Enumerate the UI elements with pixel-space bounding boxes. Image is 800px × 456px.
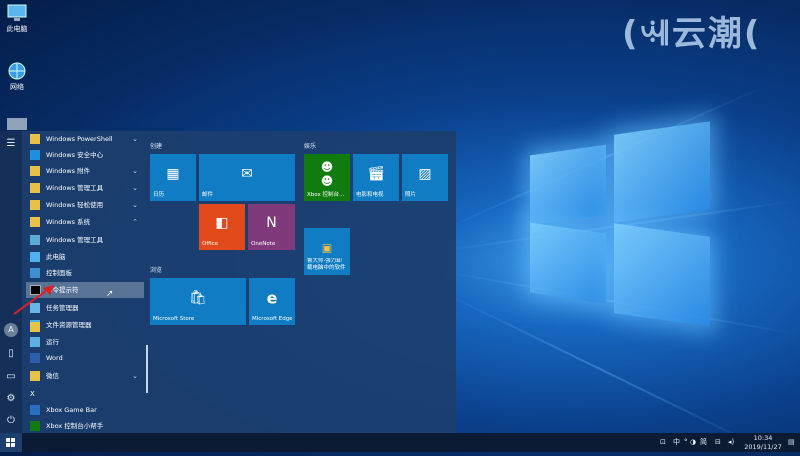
chevron-down-icon: ⌄	[132, 184, 138, 192]
taskbar: ⊡ 中 ° ◑ 简 ⊟ ◂) 10:34 2019/11/27 ▤	[0, 433, 800, 452]
folder-icon	[30, 200, 40, 210]
chevron-down-icon: ⌄	[132, 201, 138, 209]
hamburger-icon[interactable]: ☰	[4, 137, 18, 151]
explorer-icon	[30, 320, 40, 332]
ime-mode[interactable]: 简	[700, 433, 707, 452]
group-label-entertainment: 娱乐	[304, 143, 317, 150]
ime-language[interactable]: 中	[673, 433, 680, 452]
mail-icon: ✉	[241, 165, 253, 182]
clock-date: 2019/11/27	[744, 442, 782, 451]
computer-icon	[6, 4, 28, 22]
chevron-down-icon: ⌄	[132, 372, 138, 380]
group-label-browse: 浏览	[150, 267, 163, 274]
section-header-x[interactable]: X	[26, 386, 144, 402]
clock-time: 10:34	[753, 434, 773, 442]
clock[interactable]: 10:34 2019/11/27	[740, 434, 786, 451]
annotation-arrow	[13, 285, 54, 315]
desktop-icon-this-pc[interactable]: 此电脑	[2, 4, 32, 34]
app-item[interactable]: Windows 管理工具	[26, 232, 144, 248]
run-icon	[30, 337, 40, 347]
shield-icon	[30, 150, 40, 160]
tools-icon	[30, 235, 40, 245]
document-icon[interactable]: ▯	[4, 347, 18, 361]
app-item[interactable]: Windows 系统 ⌃	[26, 214, 144, 230]
xbox-game-bar-icon	[30, 405, 40, 415]
network-icon	[6, 62, 28, 80]
folder-icon	[30, 371, 40, 381]
app-item[interactable]: Windows 轻松使用 ⌄	[26, 197, 144, 213]
tile-mail[interactable]: ✉ 邮件	[199, 154, 295, 201]
group-label-create: 创建	[150, 143, 163, 150]
app-item[interactable]: Word	[26, 350, 144, 366]
tile-photos[interactable]: ▨ 照片	[402, 154, 448, 201]
app-item[interactable]: Windows 安全中心	[26, 147, 144, 163]
computer-icon	[30, 252, 40, 262]
notification-icon[interactable]: ⊡	[660, 433, 666, 452]
desktop-icon-label: 网络	[10, 83, 24, 91]
photo-icon: ▨	[418, 165, 432, 182]
app-list-scrollbar[interactable]	[146, 345, 148, 393]
control-panel-icon	[30, 268, 40, 278]
desktop-icon-partial[interactable]	[2, 118, 32, 130]
mouse-cursor-icon: ➚	[106, 289, 114, 299]
app-item[interactable]: 此电脑	[26, 249, 144, 265]
start-button[interactable]	[0, 433, 22, 452]
office-icon: ◧	[215, 215, 229, 232]
start-menu: ☰ A ▯ ▭ ⚙ ⏻ Windows PowerShell ⌄ Windows …	[0, 131, 456, 433]
user-icon[interactable]: A	[4, 323, 18, 337]
chevron-down-icon: ⌄	[132, 167, 138, 175]
tile-onenote[interactable]: N OneNote	[248, 204, 295, 250]
app-item[interactable]: Windows 附件 ⌄	[26, 163, 144, 179]
tile-master-uninstaller[interactable]: ▣ 鲁大师·强力卸载电脑中的软件	[304, 228, 350, 275]
tile-edge[interactable]: e Microsoft Edge	[249, 278, 295, 325]
ime-punctuation-icon[interactable]: °	[684, 433, 688, 452]
master-icon: ▣	[321, 241, 333, 255]
windows-wallpaper-logo	[518, 121, 718, 327]
tile-xbox[interactable]: ☻☻ Xbox 控制台...	[304, 154, 350, 201]
settings-icon[interactable]: ⚙	[4, 392, 18, 406]
chevron-down-icon: ⌄	[132, 135, 138, 143]
app-item[interactable]: Windows 管理工具 ⌄	[26, 180, 144, 196]
folder-icon	[30, 217, 40, 227]
app-item[interactable]: 运行	[26, 334, 144, 350]
action-center-icon[interactable]: ▤	[788, 433, 795, 452]
film-icon: 🎬︎	[367, 165, 385, 182]
watermark-text: (ꕝ云潮(	[622, 14, 762, 54]
tile-store[interactable]: 🛍︎ Microsoft Store	[150, 278, 246, 325]
tile-calendar[interactable]: ▦ 日历	[150, 154, 196, 201]
recycle-bin-icon	[7, 118, 27, 130]
app-item[interactable]: 微信 ⌄	[26, 368, 144, 384]
windows-start-icon	[6, 438, 15, 447]
calendar-icon: ▦	[166, 165, 180, 182]
onenote-icon: N	[266, 215, 277, 232]
desktop-icon-network[interactable]: 网络	[2, 62, 32, 92]
volume-icon[interactable]: ◂)	[728, 433, 734, 452]
xbox-characters-icon: ☻☻	[320, 159, 334, 188]
ime-halfwidth-icon[interactable]: ◑	[690, 433, 696, 452]
word-icon	[30, 353, 40, 363]
xbox-icon	[30, 421, 40, 431]
folder-icon	[30, 183, 40, 193]
desktop-icon-label: 此电脑	[6, 25, 28, 33]
store-icon: 🛍︎	[189, 289, 207, 306]
app-item[interactable]: Xbox Game Bar	[26, 402, 144, 418]
app-item[interactable]: 控制面板	[26, 265, 144, 281]
chevron-up-icon: ⌃	[132, 218, 138, 226]
app-item[interactable]: Xbox 控制台小帮手	[26, 418, 144, 434]
pictures-icon[interactable]: ▭	[4, 370, 18, 384]
edge-icon: e	[266, 288, 278, 308]
tile-office[interactable]: ◧ Office	[199, 204, 245, 250]
network-tray-icon[interactable]: ⊟	[715, 433, 721, 452]
app-item[interactable]: Windows PowerShell ⌄	[26, 131, 144, 147]
tile-movies[interactable]: 🎬︎ 电影和电视	[353, 154, 399, 201]
folder-icon	[30, 134, 40, 144]
app-item[interactable]: 文件资源管理器	[26, 317, 144, 333]
folder-icon	[30, 166, 40, 176]
power-icon[interactable]: ⏻	[4, 414, 18, 428]
